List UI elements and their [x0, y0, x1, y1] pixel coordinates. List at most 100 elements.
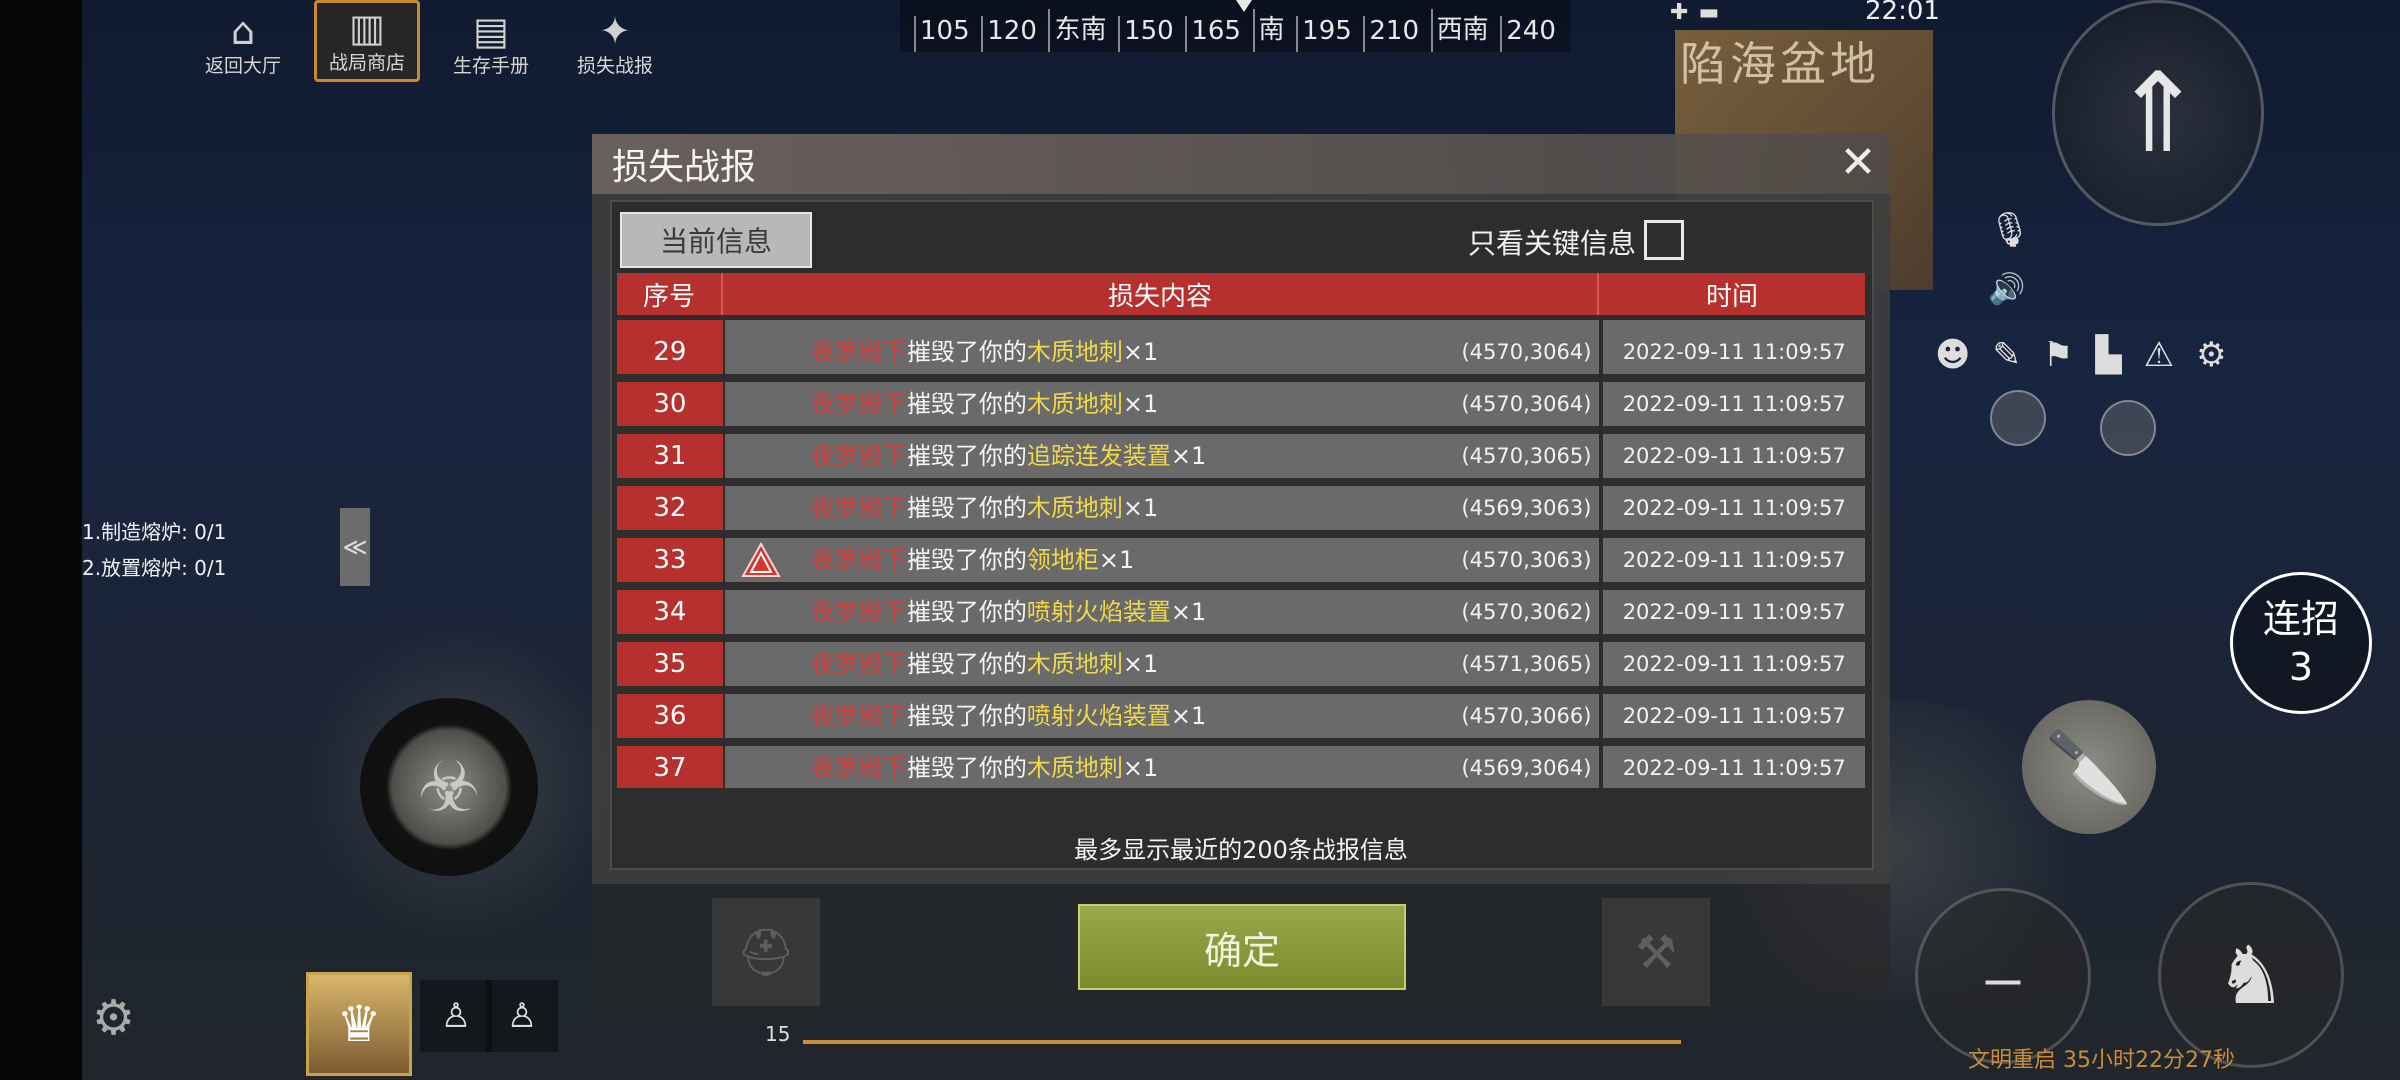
row-time: 2022-09-11 11:09:57: [1603, 382, 1865, 426]
prone-button[interactable]: ⎯: [1915, 888, 2091, 1064]
table-row[interactable]: 29 夜罗殿下摧毁了你的木质地刺×1 (4570,3064) 2022-09-11 1…: [617, 330, 1865, 374]
flag-icon[interactable]: ⚑: [2043, 335, 2073, 375]
loss-verb: 摧毁了你的: [906, 442, 1027, 470]
brush-icon[interactable]: ✎: [1992, 335, 2021, 375]
table-row[interactable]: 33 夜罗殿下摧毁了你的领地柜×1 (4570,3063) 2022-09-11 11…: [617, 538, 1865, 582]
row-number: 37: [617, 746, 723, 788]
loss-verb: 摧毁了你的: [906, 754, 1027, 782]
row-time: 2022-09-11 11:09:57: [1603, 330, 1865, 374]
row-number: 35: [617, 642, 723, 686]
loss-description: 夜罗殿下摧毁了你的木质地刺×1: [811, 486, 1158, 530]
survival-handbook-button[interactable]: ▤ 生存手册: [438, 0, 544, 82]
compass-tick: 150: [1118, 16, 1174, 52]
loss-report-button[interactable]: ✦ 损失战报: [562, 0, 668, 82]
left-letterbox: [0, 0, 82, 1080]
quest-collapse-button[interactable]: ≪: [340, 508, 370, 586]
loss-coordinates: (4570,3065): [1461, 444, 1592, 468]
quest-item[interactable]: 2.放置熔炉: 0/1: [82, 550, 226, 586]
player-avatar[interactable]: ♛: [306, 972, 412, 1076]
max-records-hint: 最多显示最近的200条战报信息: [1074, 836, 1408, 864]
table-row[interactable]: 36 夜罗殿下摧毁了你的喷射火焰装置×1 (4570,3066) 2022-09-11…: [617, 694, 1865, 738]
table-row[interactable]: 34 夜罗殿下摧毁了你的喷射火焰装置×1 (4570,3062) 2022-09-11…: [617, 590, 1865, 634]
podium-icon[interactable]: ▙: [2095, 335, 2121, 375]
handbook-icon: ▤: [473, 9, 509, 53]
top-menu: ⌂ 返回大厅 ▥ 战局商店 ▤ 生存手册 ✦ 损失战报: [190, 0, 668, 82]
lost-item-quantity: ×1: [1122, 754, 1159, 782]
background-slot: ⛑: [712, 898, 820, 1006]
melee-attack-button[interactable]: 🔪: [2022, 700, 2156, 834]
biohazard-icon: ☣: [417, 746, 481, 828]
close-button[interactable]: ✕: [1834, 137, 1882, 188]
table-row[interactable]: 37 夜罗殿下摧毁了你的木质地刺×1 (4569,3064) 2022-09-11 1…: [617, 746, 1865, 788]
avatar-portrait-icon: ♛: [336, 995, 382, 1053]
status-icons: ✚▬: [1670, 0, 1729, 25]
lost-item-name: 领地柜: [1026, 546, 1099, 574]
experience-bar: [803, 1040, 1681, 1044]
dialog-title: 损失战报: [612, 147, 757, 188]
quest-item[interactable]: 1.制造熔炉: 0/1: [82, 514, 226, 550]
chevron-left-icon: ≪: [342, 533, 368, 561]
key-info-filter-checkbox[interactable]: [1644, 220, 1684, 260]
background-slot: ⚒: [1602, 898, 1710, 1006]
row-number: 36: [617, 694, 723, 738]
biohazard-skill-button[interactable]: ☣: [360, 698, 538, 876]
minimap-title: 陷海盆地: [1680, 37, 1880, 91]
compass-tick: 西南: [1430, 9, 1489, 52]
microphone-icon[interactable]: 🎙: [1988, 210, 2031, 250]
back-to-lobby-button[interactable]: ⌂ 返回大厅: [190, 0, 296, 82]
gear-icon[interactable]: ⚙: [2196, 335, 2226, 375]
loss-verb: 摧毁了你的: [906, 390, 1027, 418]
tab-current-info[interactable]: 当前信息: [620, 212, 812, 268]
civilization-restart-timer: 文明重启 35小时22分27秒: [1968, 1048, 2235, 1073]
crouch-button[interactable]: ♞: [2158, 882, 2344, 1068]
column-header-time: 时间: [1705, 281, 1758, 312]
table-row[interactable]: 30 夜罗殿下摧毁了你的木质地刺×1 (4570,3064) 2022-09-11 1…: [617, 382, 1865, 426]
menu-label: 损失战报: [576, 55, 653, 77]
table-row[interactable]: 35 夜罗殿下摧毁了你的木质地刺×1 (4571,3065) 2022-09-11 1…: [617, 642, 1865, 686]
combo-button[interactable]: 连招 3: [2230, 572, 2372, 714]
warning-icon[interactable]: ⚠: [2144, 335, 2174, 375]
row-content: 夜罗殿下摧毁了你的木质地刺×1 (4571,3065): [724, 642, 1600, 686]
row-content: 夜罗殿下摧毁了你的领地柜×1 (4570,3063): [724, 538, 1600, 582]
loss-coordinates: (4570,3063): [1461, 548, 1592, 572]
team-settings-icon[interactable]: ⚙: [92, 990, 135, 1046]
table-header: 序号 损失内容 时间: [617, 273, 1865, 315]
lost-item-quantity: ×1: [1122, 494, 1159, 522]
loss-description: 夜罗殿下摧毁了你的喷射火焰装置×1: [811, 694, 1206, 738]
quest-tracker: 1.制造熔炉: 0/1 2.放置熔炉: 0/1: [82, 514, 226, 586]
jump-button[interactable]: ⇑: [2052, 0, 2264, 226]
loss-coordinates: (4570,3064): [1461, 340, 1592, 364]
loss-verb: 摧毁了你的: [906, 546, 1027, 574]
battle-shop-button[interactable]: ▥ 战局商店: [314, 0, 420, 82]
add-teammate-slot[interactable]: ♙: [420, 980, 492, 1052]
table-row[interactable]: 32 夜罗殿下摧毁了你的木质地刺×1 (4569,3063) 2022-09-11 1…: [617, 486, 1865, 530]
crouch-icon: ♞: [2215, 928, 2287, 1022]
mask-icon[interactable]: ☻: [1935, 335, 1970, 375]
loss-coordinates: (4570,3064): [1461, 392, 1592, 416]
compass-tick: 120: [981, 16, 1037, 52]
menu-label: 生存手册: [452, 55, 529, 77]
item-button[interactable]: [2100, 400, 2156, 456]
helmet-icon: ⛑: [736, 924, 796, 979]
lost-item-name: 木质地刺: [1026, 754, 1123, 782]
dialog-header: [592, 134, 1890, 194]
row-content: 夜罗殿下摧毁了你的喷射火焰装置×1 (4570,3066): [724, 694, 1600, 738]
row-time: 2022-09-11 11:09:57: [1603, 486, 1865, 530]
loss-verb: 摧毁了你的: [906, 702, 1027, 730]
row-time: 2022-09-11 11:09:57: [1603, 694, 1865, 738]
compass-tick: 105: [914, 16, 970, 52]
signal-icon: ✚: [1670, 0, 1699, 25]
knife-icon: 🔪: [2045, 725, 2133, 808]
add-player-icon: ♙: [506, 996, 538, 1036]
add-teammate-slot[interactable]: ♙: [486, 980, 558, 1052]
compass-heading-marker: [1236, 0, 1252, 12]
loss-report-list[interactable]: 29 夜罗殿下摧毁了你的木质地刺×1 (4570,3064) 2022-09-11 1…: [617, 320, 1865, 788]
speaker-icon[interactable]: 🔊: [1988, 272, 2025, 307]
emote-button[interactable]: [1990, 390, 2046, 446]
row-number: 31: [617, 434, 723, 478]
column-header-content: 损失内容: [723, 273, 1599, 315]
table-row[interactable]: 31 夜罗殿下摧毁了你的追踪连发装置×1 (4570,3065) 2022-09-11…: [617, 434, 1865, 478]
confirm-button[interactable]: 确定: [1078, 904, 1406, 990]
compass-bar: 105 120 东南 150 165 南 195 210 西南 240: [900, 0, 1570, 52]
loss-report-icon: ✦: [599, 9, 631, 53]
